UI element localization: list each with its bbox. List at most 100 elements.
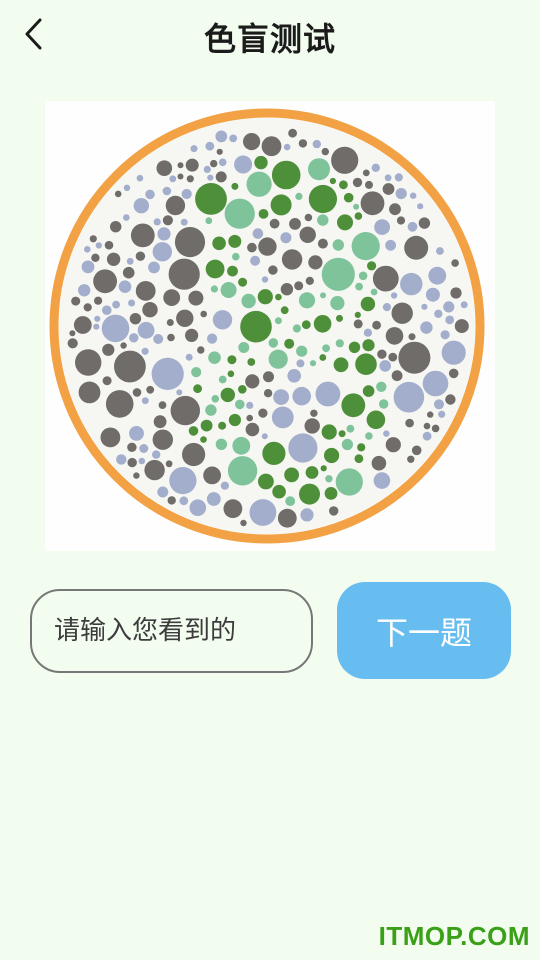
plate-dot xyxy=(212,310,233,330)
plate-dot xyxy=(348,341,361,353)
plate-dot xyxy=(83,303,92,312)
plate-dot xyxy=(238,342,250,353)
plate-dot xyxy=(263,371,274,383)
plate-dot xyxy=(135,281,156,301)
page-title: 色盲测试 xyxy=(203,20,336,58)
plate-dot xyxy=(210,285,218,293)
plate-dot xyxy=(179,496,189,506)
plate-dot xyxy=(104,240,114,250)
plate-dot xyxy=(206,492,221,506)
plate-dot xyxy=(258,473,274,490)
plate-dot xyxy=(262,441,286,465)
plate-dot xyxy=(101,314,130,343)
plate-dot xyxy=(146,385,155,394)
plate-dot xyxy=(232,252,240,261)
plate-dot xyxy=(460,301,468,309)
plate-dot xyxy=(428,266,447,285)
plate-dot xyxy=(247,242,257,253)
plate-dot xyxy=(141,397,149,405)
plate-dot xyxy=(130,223,155,248)
plate-dot xyxy=(422,370,449,397)
plate-dot xyxy=(176,309,194,327)
plate-dot xyxy=(137,321,155,339)
plate-dot xyxy=(322,344,330,353)
plate-dot xyxy=(93,323,100,330)
plate-dot xyxy=(261,136,282,157)
plate-dot xyxy=(360,191,385,216)
plate-dot xyxy=(254,155,268,170)
plate-dot xyxy=(100,427,121,448)
plate-dot xyxy=(434,399,444,410)
plate-dot xyxy=(280,283,294,296)
plate-dot xyxy=(410,192,417,199)
plate-dot xyxy=(434,309,443,318)
plate-dot xyxy=(169,467,197,495)
plate-dot xyxy=(418,217,431,229)
plate-dot xyxy=(138,457,146,465)
plate-dot xyxy=(308,255,323,270)
color-blindness-plate xyxy=(45,101,495,551)
plate-dot xyxy=(443,301,455,313)
plate-dot xyxy=(152,242,172,262)
plate-dot xyxy=(148,261,160,274)
next-question-button[interactable]: 下一题 xyxy=(337,582,511,679)
plate-dot xyxy=(102,376,112,386)
plate-dot xyxy=(398,341,431,374)
plate-dot xyxy=(288,128,297,138)
plate-dot xyxy=(153,334,164,344)
plate-dot xyxy=(400,272,423,296)
plate-dot xyxy=(315,381,341,407)
plate-dot xyxy=(281,249,303,270)
header-bar: 色盲测试 xyxy=(0,0,540,72)
plate-dot xyxy=(321,147,329,156)
plate-dot xyxy=(329,177,336,185)
plate-dot xyxy=(358,271,368,281)
plate-dot xyxy=(261,276,269,283)
plate-dot xyxy=(296,359,305,368)
plate-dot xyxy=(123,214,130,221)
plate-dot xyxy=(301,320,311,330)
plate-dot xyxy=(185,328,199,342)
plate-dot xyxy=(319,354,327,361)
plate-dot xyxy=(371,455,387,471)
plate-dot xyxy=(246,401,254,409)
plate-dot xyxy=(321,257,355,291)
plate-dot xyxy=(363,328,372,337)
plate-dot xyxy=(299,226,316,243)
plate-dot xyxy=(366,410,386,430)
plate-dot xyxy=(341,393,366,418)
plate-dot xyxy=(200,419,213,432)
plate-dot xyxy=(382,303,391,312)
plate-dot xyxy=(227,355,237,365)
plate-dot xyxy=(312,139,321,149)
plate-dot xyxy=(122,266,135,279)
plate-dot xyxy=(385,239,396,251)
plate-dot xyxy=(335,468,363,496)
plate-dot xyxy=(436,247,444,255)
plate-dot xyxy=(203,466,222,485)
plate-dot xyxy=(227,265,238,277)
plate-dot xyxy=(220,387,235,403)
plate-dot xyxy=(234,155,253,174)
plate-dot xyxy=(339,180,348,190)
plate-dot xyxy=(193,384,203,394)
plate-dot xyxy=(102,305,112,315)
plate-dot xyxy=(305,276,314,285)
plate-dot xyxy=(284,338,295,349)
plate-dot xyxy=(373,472,391,489)
plate-dot xyxy=(379,360,392,372)
plate-dot xyxy=(292,386,311,406)
plate-dot xyxy=(152,450,161,459)
plate-dot xyxy=(362,339,375,352)
plate-dot xyxy=(139,444,149,453)
plate-dot xyxy=(420,321,433,334)
plate-dot xyxy=(300,508,314,522)
answer-input[interactable] xyxy=(30,589,313,673)
plate-dot xyxy=(407,221,418,232)
plate-dot xyxy=(95,242,102,249)
plate-dot xyxy=(382,183,395,195)
plate-dot xyxy=(238,385,247,394)
plate-dot xyxy=(208,351,221,364)
plate-dot xyxy=(411,445,422,456)
plate-dot xyxy=(246,414,253,422)
